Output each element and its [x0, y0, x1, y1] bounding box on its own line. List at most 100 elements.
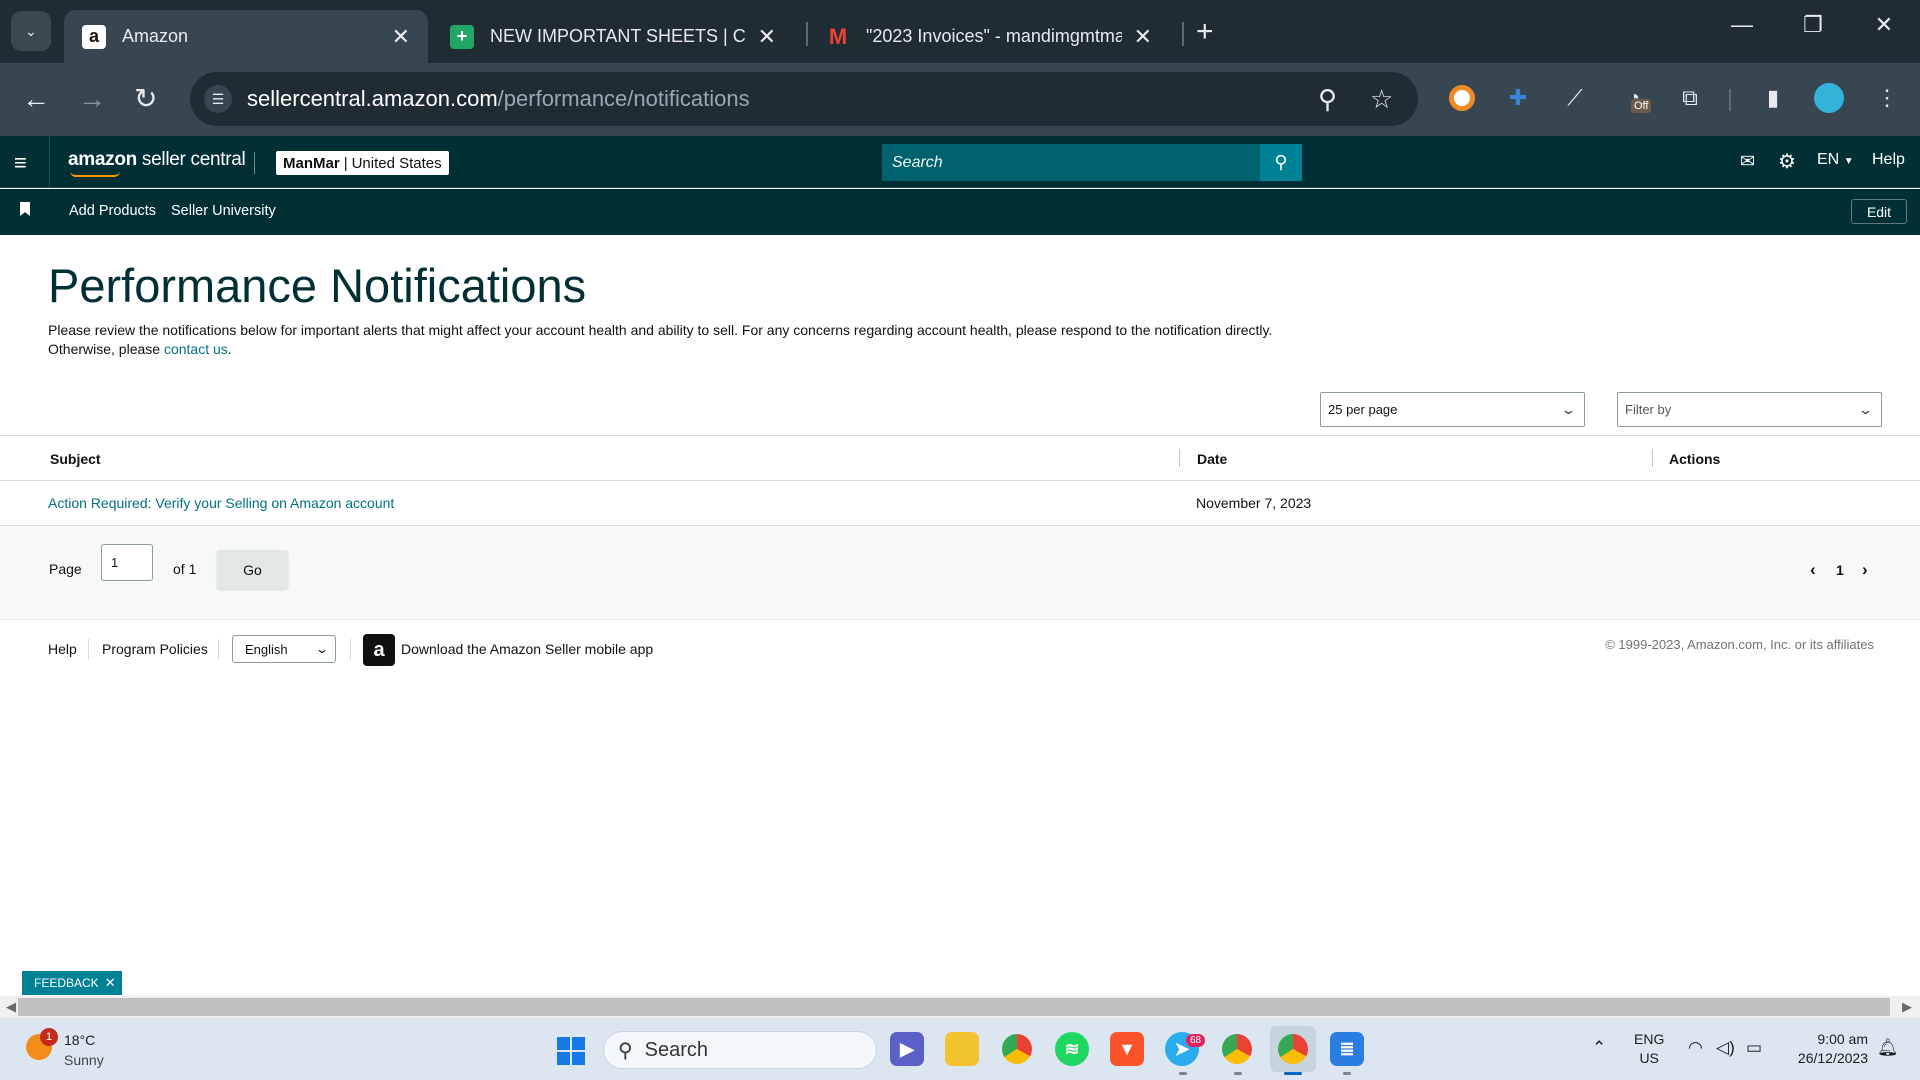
subnav-add-products[interactable]: Add Products	[69, 203, 156, 219]
scroll-right-icon[interactable]: ▶	[1902, 999, 1912, 1015]
battery-icon[interactable]: ▭	[1746, 1038, 1762, 1058]
close-icon[interactable]: ✕	[392, 24, 410, 50]
help-link[interactable]: Help	[1872, 151, 1905, 169]
address-bar[interactable]: ☰ sellercentral.amazon.com/performance/n…	[190, 72, 1418, 126]
gmail-icon: M	[828, 23, 848, 49]
search-icon[interactable]: ⚲	[1260, 144, 1302, 181]
go-button[interactable]: Go	[217, 550, 288, 589]
profile-avatar[interactable]	[1812, 81, 1846, 115]
more-menu-icon[interactable]: ⋮	[1870, 81, 1904, 115]
notifications-table: Subject Date Actions Action Required: Ve…	[0, 435, 1920, 526]
taskbar-search[interactable]: ⚲ Search	[603, 1031, 877, 1069]
back-arrow-icon[interactable]: ←	[22, 83, 50, 115]
footer-program-policies-link[interactable]: Program Policies	[102, 641, 208, 657]
tab-title: "2023 Invoices" - mandimgmtman	[866, 26, 1122, 46]
footer-language-select[interactable]: English ⌄	[232, 635, 336, 663]
notepad-icon[interactable]: ≣	[1330, 1032, 1364, 1066]
teams-meet-icon[interactable]: ▶	[890, 1032, 924, 1066]
weather-badge: 1	[40, 1028, 58, 1046]
brave-icon[interactable]: ▼	[1110, 1032, 1144, 1066]
chrome-profile-icon[interactable]	[1220, 1032, 1254, 1066]
gear-icon[interactable]: ⚙	[1778, 149, 1796, 174]
chrome-active-icon[interactable]	[1270, 1026, 1316, 1072]
chevron-left-icon[interactable]: ‹	[1810, 560, 1816, 580]
chevron-down-icon: ⌄	[1857, 402, 1874, 417]
contact-us-link[interactable]: contact us	[164, 341, 228, 357]
table-row: Action Required: Verify your Selling on …	[0, 481, 1920, 526]
tab-amazon[interactable]: a Amazon ✕	[64, 10, 428, 63]
close-icon[interactable]: ✕	[1134, 24, 1152, 50]
weather-temperature: 18°C	[64, 1032, 96, 1048]
footer-separator	[88, 639, 89, 660]
page-number-input[interactable]	[101, 544, 153, 581]
language-menu[interactable]: EN ▼	[1817, 151, 1854, 169]
restore-icon[interactable]: ❐	[1793, 12, 1833, 38]
active-indicator	[1284, 1072, 1302, 1075]
column-header-actions: Actions	[1669, 451, 1721, 467]
windows-taskbar: 1 18°C Sunny ⚲ Search ▶ ≋ ▼ ➤ 68 ≣ ⌃ ENG…	[0, 1018, 1920, 1080]
chevron-up-icon[interactable]: ⌃	[1592, 1038, 1606, 1058]
tab-title: NEW IMPORTANT SHEETS | Cyril -	[490, 26, 746, 46]
windows-start-icon[interactable]	[554, 1034, 588, 1068]
chevron-right-icon[interactable]: ›	[1862, 560, 1868, 580]
side-panel-icon[interactable]: ▮	[1756, 81, 1790, 115]
amazon-app-icon[interactable]: a	[363, 634, 395, 666]
taskbar-search-label: Search	[644, 1038, 709, 1061]
extensions-puzzle-icon[interactable]: ⧉	[1673, 81, 1707, 115]
footer-app-download-link[interactable]: Download the Amazon Seller mobile app	[401, 641, 653, 657]
scrollbar-thumb[interactable]	[18, 998, 1890, 1016]
window-close-icon[interactable]: ✕	[1864, 12, 1904, 38]
current-page[interactable]: 1	[1836, 562, 1844, 578]
bookmark-star-icon[interactable]: ☆	[1370, 84, 1393, 115]
header-divider	[49, 136, 50, 188]
column-header-date[interactable]: Date	[1197, 451, 1227, 467]
input-language[interactable]: ENG US	[1634, 1030, 1664, 1068]
spotify-icon[interactable]: ≋	[1055, 1032, 1089, 1066]
site-info-icon[interactable]: ☰	[204, 85, 232, 113]
feedback-label: FEEDBACK	[34, 976, 99, 990]
mail-icon[interactable]: ✉	[1740, 151, 1755, 172]
new-tab-button[interactable]: +	[1196, 15, 1214, 49]
minimize-icon[interactable]: —	[1722, 12, 1762, 38]
system-clock[interactable]: 9:00 am 26/12/2023	[1798, 1030, 1868, 1068]
tab-sheets[interactable]: + NEW IMPORTANT SHEETS | Cyril - ✕	[432, 10, 794, 63]
weather-widget[interactable]: 18°C Sunny	[64, 1030, 104, 1070]
per-page-select[interactable]: 25 per page ⌄	[1320, 392, 1585, 427]
horizontal-scrollbar[interactable]: ◀ ▶	[0, 996, 1920, 1018]
seller-search-input[interactable]	[882, 144, 1260, 181]
extension-blue-plus-icon[interactable]: ✚	[1501, 81, 1535, 115]
hamburger-menu-icon[interactable]: ≡	[14, 150, 27, 176]
extension-toggle-icon[interactable]: ◔ Off	[1617, 81, 1652, 115]
amazon-smile-icon	[70, 171, 120, 177]
forward-arrow-icon[interactable]: →	[78, 83, 106, 115]
edit-button[interactable]: Edit	[1851, 199, 1907, 224]
extension-orange-icon[interactable]	[1445, 81, 1479, 115]
tab-search-button[interactable]: ⌄	[11, 11, 51, 51]
seller-central-logo[interactable]: amazon seller central	[68, 149, 246, 171]
file-explorer-icon[interactable]	[945, 1032, 979, 1066]
filter-select[interactable]: Filter by ⌄	[1617, 392, 1882, 427]
account-switcher[interactable]: ManMar | United States	[276, 151, 449, 175]
amazon-icon: a	[82, 24, 106, 49]
tab-gmail[interactable]: M "2023 Invoices" - mandimgmtman ✕	[808, 10, 1170, 63]
volume-icon[interactable]: ◁)	[1716, 1038, 1735, 1058]
notification-subject-link[interactable]: Action Required: Verify your Selling on …	[48, 495, 394, 511]
weather-condition: Sunny	[64, 1052, 104, 1068]
chrome-icon[interactable]	[1000, 1032, 1034, 1066]
chevron-down-icon: ⌄	[314, 642, 330, 656]
reload-icon[interactable]: ↻	[134, 83, 157, 115]
subnav-seller-university[interactable]: Seller University	[171, 203, 276, 219]
scroll-left-icon[interactable]: ◀	[6, 999, 16, 1015]
footer-help-link[interactable]: Help	[48, 641, 77, 657]
url-text[interactable]: sellercentral.amazon.com/performance/not…	[247, 86, 750, 112]
feedback-button[interactable]: FEEDBACK ✕	[22, 971, 122, 995]
brand-rest: seller central	[136, 149, 246, 170]
zoom-icon[interactable]: ⚲	[1318, 84, 1337, 115]
notification-bell-icon[interactable]: 🔔︎	[1877, 1038, 1899, 1058]
column-header-subject[interactable]: Subject	[50, 451, 101, 467]
close-icon[interactable]: ✕	[758, 24, 776, 50]
close-icon[interactable]: ✕	[105, 975, 116, 991]
wifi-icon[interactable]: ◠	[1688, 1038, 1703, 1058]
extension-slash-icon[interactable]: ⟋	[1558, 81, 1592, 115]
bookmark-icon[interactable]	[20, 202, 30, 216]
